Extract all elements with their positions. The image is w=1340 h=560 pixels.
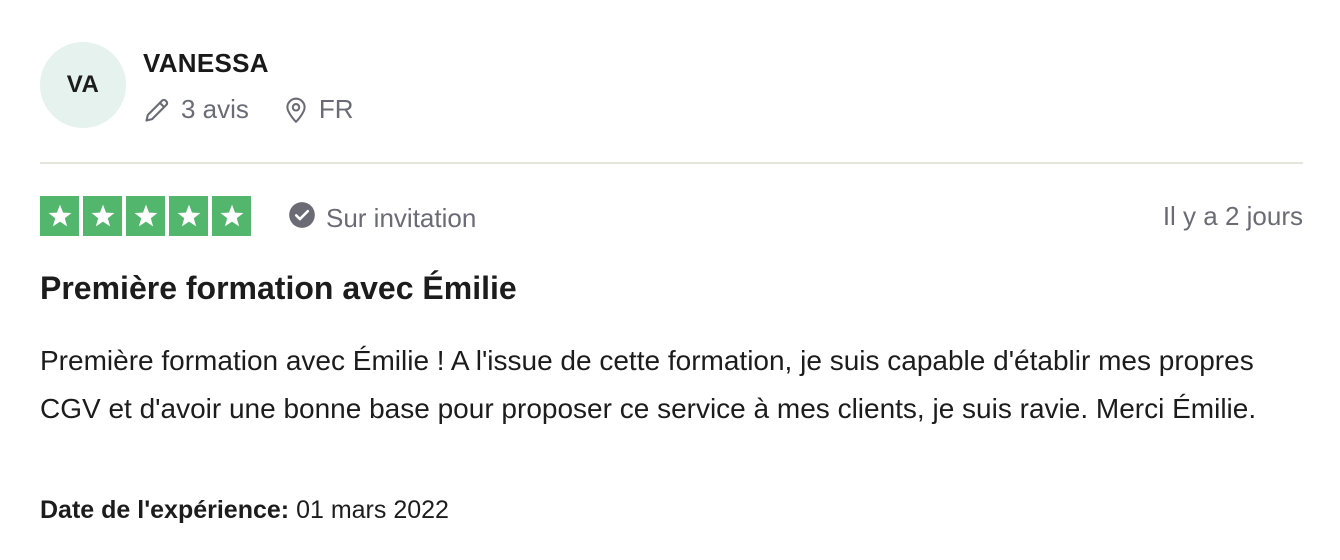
rating-row: Sur invitation Il y a 2 jours [40, 196, 1303, 238]
review-title[interactable]: Première formation avec Émilie [40, 270, 517, 307]
review-date: Il y a 2 jours [1162, 201, 1303, 231]
avatar[interactable]: VA [40, 42, 126, 128]
star-rating [40, 196, 251, 236]
reviews-count-label: 3 avis [181, 94, 249, 124]
divider [40, 162, 1303, 164]
verification-label: Sur invitation [326, 203, 477, 233]
review-body: Première formation avec Émilie ! A l'iss… [40, 345, 1257, 424]
location-pin-icon [283, 96, 309, 124]
avatar-initials: VA [66, 71, 100, 98]
star-icon [83, 196, 122, 236]
verification-badge[interactable]: Sur invitation [288, 201, 476, 236]
consumer-country: FR [283, 94, 354, 125]
experience-date: Date de l'expérience: 01 mars 2022 [40, 496, 449, 525]
pencil-icon [143, 96, 171, 124]
experience-date-label: Date de l'expérience: [40, 496, 290, 524]
checkmark-circle-icon [288, 201, 316, 236]
reviews-count: 3 avis [143, 94, 249, 125]
star-icon [126, 196, 165, 236]
consumer-meta: 3 avis FR [143, 94, 354, 125]
consumer-info: VA VANESSA 3 avis FR [40, 42, 1303, 132]
experience-date-value: 01 mars 2022 [296, 496, 449, 524]
country-code: FR [318, 94, 354, 124]
star-icon [40, 196, 79, 236]
star-icon [169, 196, 208, 236]
consumer-name[interactable]: VANESSA [143, 48, 269, 79]
star-icon [212, 196, 251, 236]
review-card: VA VANESSA 3 avis FR Sur invitation Il y… [40, 0, 1303, 560]
